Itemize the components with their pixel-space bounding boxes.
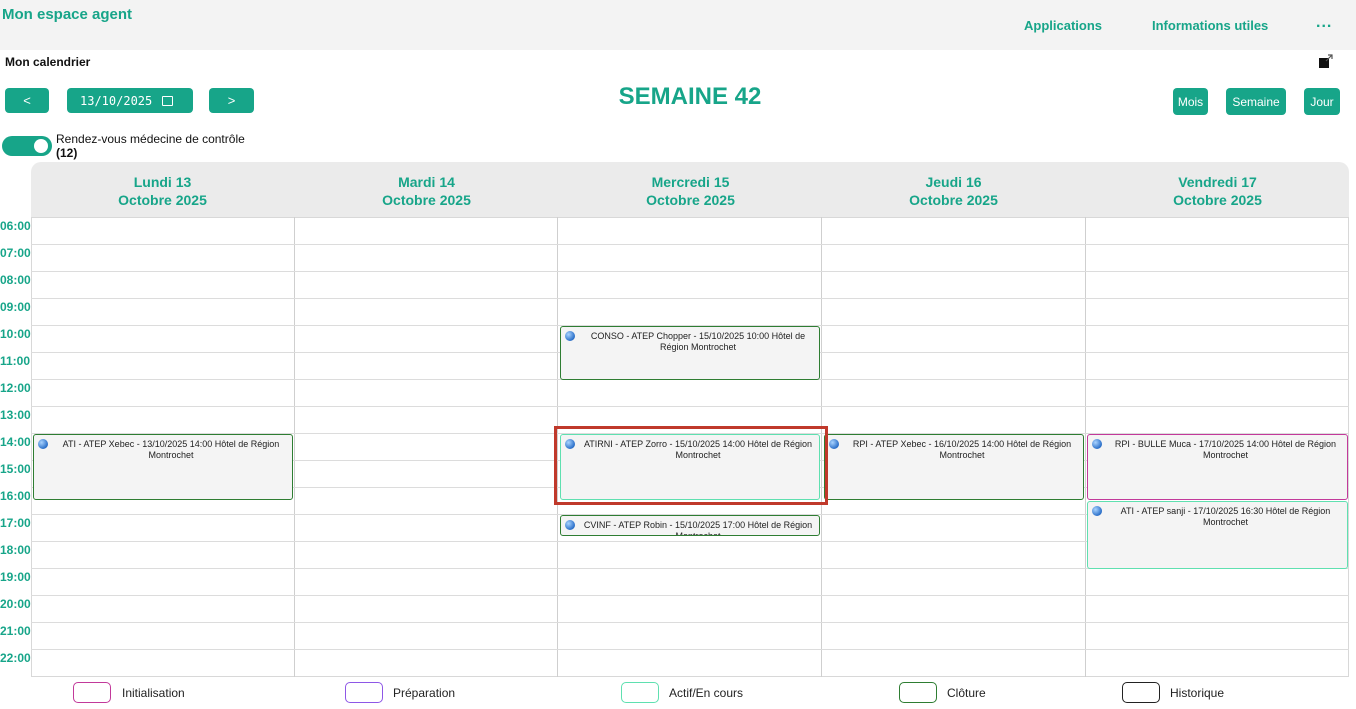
day-month: Octobre 2025 xyxy=(118,192,207,208)
day-header-monday: Lundi 13 Octobre 2025 xyxy=(31,173,294,209)
day-header-thursday: Jeudi 16 Octobre 2025 xyxy=(822,173,1085,209)
event-text: ATI - ATEP Xebec - 13/10/2025 14:00 Hôte… xyxy=(62,439,280,460)
day-name: Lundi 13 xyxy=(133,174,192,190)
calendar-title: Mon calendrier xyxy=(5,55,91,69)
legend-label: Historique xyxy=(1170,686,1225,700)
day-header-friday: Vendredi 17 Octobre 2025 xyxy=(1086,173,1349,209)
nav-info-link[interactable]: Informations utiles xyxy=(1152,18,1268,33)
previous-week-button[interactable]: < xyxy=(5,88,49,113)
event-text: CVINF - ATEP Robin - 15/10/2025 17:00 Hô… xyxy=(583,520,813,536)
event-text: ATI - ATEP sanji - 17/10/2025 16:30 Hôte… xyxy=(1120,506,1331,527)
calendar-event[interactable]: ATI - ATEP sanji - 17/10/2025 16:30 Hôte… xyxy=(1087,501,1348,569)
toggle-knob xyxy=(34,139,48,153)
day-divider xyxy=(557,217,558,677)
toggle-label: Rendez-vous médecine de contrôle (12) xyxy=(56,132,256,160)
hour-line xyxy=(31,406,1349,407)
hour-label: 13:00 xyxy=(0,408,31,422)
legend-swatch-preparation xyxy=(345,682,383,703)
medical-appointments-toggle[interactable] xyxy=(2,136,52,156)
legend-label: Préparation xyxy=(393,686,456,700)
hour-label: 19:00 xyxy=(0,570,31,584)
hour-label: 17:00 xyxy=(0,516,31,530)
toggle-count: (12) xyxy=(56,146,78,160)
fullscreen-icon[interactable] xyxy=(1318,53,1334,69)
globe-icon xyxy=(565,331,575,341)
view-week-button[interactable]: Semaine xyxy=(1226,88,1286,115)
day-month: Octobre 2025 xyxy=(646,192,735,208)
hour-line xyxy=(31,244,1349,245)
globe-icon xyxy=(38,439,48,449)
day-name: Mardi 14 xyxy=(398,174,455,190)
hour-line xyxy=(31,298,1349,299)
hour-label: 16:00 xyxy=(0,489,31,503)
day-header-wednesday: Mercredi 15 Octobre 2025 xyxy=(559,173,822,209)
calendar-event[interactable]: RPI - BULLE Muca - 17/10/2025 14:00 Hôte… xyxy=(1087,434,1348,500)
hour-label: 12:00 xyxy=(0,381,31,395)
event-text: ATIRNI - ATEP Zorro - 15/10/2025 14:00 H… xyxy=(583,439,813,460)
hour-label: 14:00 xyxy=(0,435,31,449)
legend-label: Clôture xyxy=(947,686,986,700)
day-name: Jeudi 16 xyxy=(925,174,982,190)
hour-label: 07:00 xyxy=(0,246,31,260)
globe-icon xyxy=(829,439,839,449)
calendar-event[interactable]: ATIRNI - ATEP Zorro - 15/10/2025 14:00 H… xyxy=(560,434,820,500)
nav-applications-link[interactable]: Applications xyxy=(1024,18,1102,33)
hour-label: 09:00 xyxy=(0,300,31,314)
calendar-icon xyxy=(162,95,174,106)
day-divider xyxy=(1085,217,1086,677)
hour-label: 22:00 xyxy=(0,651,31,665)
globe-icon xyxy=(565,439,575,449)
calendar-event[interactable]: CONSO - ATEP Chopper - 15/10/2025 10:00 … xyxy=(560,326,820,380)
legend-swatch-historique xyxy=(1122,682,1160,703)
legend-swatch-actif xyxy=(621,682,659,703)
calendar-event[interactable]: CVINF - ATEP Robin - 15/10/2025 17:00 Hô… xyxy=(560,515,820,536)
event-text: RPI - ATEP Xebec - 16/10/2025 14:00 Hôte… xyxy=(852,439,1072,460)
legend-swatch-cloture xyxy=(899,682,937,703)
day-month: Octobre 2025 xyxy=(909,192,998,208)
hour-label: 06:00 xyxy=(0,219,31,233)
legend-swatch-initialisation xyxy=(73,682,111,703)
hour-label: 20:00 xyxy=(0,597,31,611)
date-value: 13/10/2025 xyxy=(80,93,153,108)
view-month-button[interactable]: Mois xyxy=(1173,88,1208,115)
day-header-tuesday: Mardi 14 Octobre 2025 xyxy=(295,173,558,209)
globe-icon xyxy=(1092,506,1102,516)
day-name: Mercredi 15 xyxy=(651,174,730,190)
legend-label: Actif/En cours xyxy=(669,686,744,700)
globe-icon xyxy=(565,520,575,530)
view-day-button[interactable]: Jour xyxy=(1304,88,1340,115)
hour-line xyxy=(31,622,1349,623)
more-menu-button[interactable]: ... xyxy=(1316,14,1332,32)
day-name: Vendredi 17 xyxy=(1178,174,1257,190)
calendar-event[interactable]: ATI - ATEP Xebec - 13/10/2025 14:00 Hôte… xyxy=(33,434,293,500)
hour-line xyxy=(31,271,1349,272)
hour-label: 21:00 xyxy=(0,624,31,638)
hour-line xyxy=(31,649,1349,650)
event-text: CONSO - ATEP Chopper - 15/10/2025 10:00 … xyxy=(590,331,806,352)
day-month: Octobre 2025 xyxy=(1173,192,1262,208)
legend-label: Initialisation xyxy=(122,686,185,700)
event-text: RPI - BULLE Muca - 17/10/2025 14:00 Hôte… xyxy=(1114,439,1337,460)
week-title: SEMAINE 42 xyxy=(618,83,762,110)
globe-icon xyxy=(1092,439,1102,449)
hour-label: 10:00 xyxy=(0,327,31,341)
hour-label: 08:00 xyxy=(0,273,31,287)
day-divider xyxy=(821,217,822,677)
day-divider xyxy=(294,217,295,677)
hour-line xyxy=(31,595,1349,596)
hour-label: 15:00 xyxy=(0,462,31,476)
next-week-button[interactable]: > xyxy=(209,88,254,113)
brand-title[interactable]: Mon espace agent xyxy=(2,6,132,23)
top-bar: Mon espace agent Applications Informatio… xyxy=(0,0,1356,50)
hour-label: 11:00 xyxy=(0,354,31,368)
day-month: Octobre 2025 xyxy=(382,192,471,208)
hour-label: 18:00 xyxy=(0,543,31,557)
date-picker[interactable]: 13/10/2025 xyxy=(67,88,193,113)
toggle-label-text: Rendez-vous médecine de contrôle xyxy=(56,132,245,146)
calendar-event[interactable]: RPI - ATEP Xebec - 16/10/2025 14:00 Hôte… xyxy=(824,434,1084,500)
